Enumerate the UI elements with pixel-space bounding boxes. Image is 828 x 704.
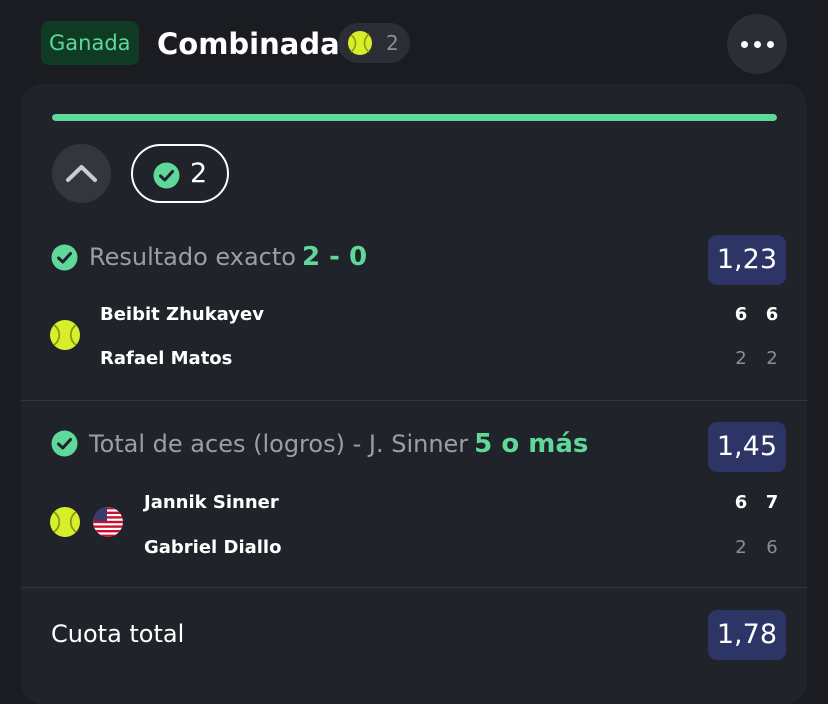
us-flag-icon	[93, 507, 123, 537]
check-circle-icon	[153, 162, 180, 189]
set-score: 2	[735, 348, 747, 369]
player-name: Rafael Matos	[100, 348, 233, 369]
bet-selection: Resultado exacto 2 - 0 1,23 Beibit Zhukay…	[21, 234, 807, 399]
market-label: Resultado exacto 2 - 0	[89, 242, 367, 272]
set-score: 6	[766, 537, 778, 558]
total-odds-badge: 1,78	[707, 610, 786, 660]
selection-value: 5 o más	[474, 429, 589, 459]
odds-badge: 1,45	[707, 422, 786, 472]
bet-card: 2 Resultado exacto 2 - 0 1,23 Beibit Zhuk…	[21, 84, 807, 704]
set-score: 6	[734, 304, 748, 325]
page-title: Combinada	[157, 27, 340, 61]
won-count: 2	[190, 158, 208, 189]
divider	[21, 400, 807, 401]
won-selections-filter[interactable]: 2	[131, 144, 229, 203]
check-circle-icon	[51, 430, 78, 457]
total-odds-label: Cuota total	[51, 620, 185, 648]
progress-fill	[52, 114, 777, 121]
tennis-ball-icon	[50, 320, 80, 350]
set-score: 2	[735, 537, 747, 558]
more-options-button[interactable]	[727, 14, 787, 74]
player-name: Jannik Sinner	[144, 492, 279, 513]
tennis-ball-icon	[50, 507, 80, 537]
bet-header: Ganada Combinada 2	[0, 0, 828, 86]
player-name: Gabriel Diallo	[144, 537, 282, 558]
chevron-up-icon	[66, 165, 97, 182]
bet-selection: Total de aces (logros) - J. Sinner 5 o má…	[21, 422, 807, 587]
divider	[21, 587, 807, 588]
set-score: 2	[766, 348, 778, 369]
tennis-ball-icon	[348, 31, 372, 55]
selection-count-pill: 2	[338, 23, 410, 63]
selection-count: 2	[386, 31, 399, 55]
odds-badge: 1,23	[707, 235, 786, 285]
market-name: Resultado exacto	[89, 243, 296, 271]
set-score: 7	[765, 492, 779, 513]
check-circle-icon	[51, 244, 78, 271]
progress-bar	[52, 114, 777, 121]
selection-value: 2 - 0	[301, 242, 368, 272]
market-name: Total de aces (logros) - J. Sinner	[89, 430, 469, 458]
status-badge: Ganada	[41, 21, 139, 65]
market-label: Total de aces (logros) - J. Sinner 5 o má…	[89, 429, 588, 459]
player-name: Beibit Zhukayev	[100, 304, 264, 325]
set-score: 6	[765, 304, 779, 325]
set-score: 6	[734, 492, 748, 513]
collapse-button[interactable]	[52, 144, 111, 203]
